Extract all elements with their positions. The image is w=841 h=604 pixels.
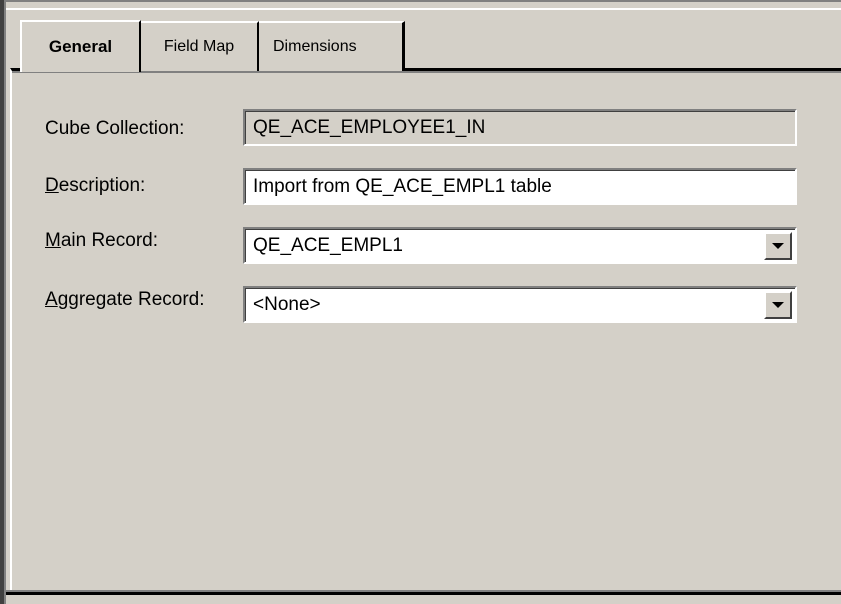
description-label-rest: escription: xyxy=(58,175,146,196)
frame-bottom-edge xyxy=(6,592,841,595)
tab-general[interactable]: General xyxy=(20,20,141,72)
tab-dimensions[interactable]: Dimensions xyxy=(259,21,405,71)
aggregate-record-label: Aggregate Record: xyxy=(45,289,205,311)
aggregate-record-select[interactable]: <None> xyxy=(243,286,797,323)
chevron-down-icon xyxy=(772,302,784,308)
tab-field-map[interactable]: Field Map xyxy=(141,21,259,71)
main-record-value: QE_ACE_EMPL1 xyxy=(253,234,403,256)
main-record-label-rest: ain Record: xyxy=(60,230,158,251)
main-record-label-hotkey: M xyxy=(45,230,61,251)
main-record-dropdown-button[interactable] xyxy=(764,232,792,260)
description-value: Import from QE_ACE_EMPL1 table xyxy=(253,175,552,197)
tab-panel-general xyxy=(10,68,841,594)
window-frame-left-highlight xyxy=(4,0,6,604)
frame-top-shadow xyxy=(6,0,841,2)
aggregate-record-label-hotkey: A xyxy=(45,289,58,310)
description-label: Description: xyxy=(45,175,145,197)
tab-field-map-label: Field Map xyxy=(163,38,235,55)
aggregate-record-value: <None> xyxy=(253,293,321,315)
description-label-hotkey: D xyxy=(45,175,59,196)
frame-top-highlight xyxy=(6,8,841,10)
main-record-select[interactable]: QE_ACE_EMPL1 xyxy=(243,227,797,264)
aggregate-record-dropdown-button[interactable] xyxy=(764,291,792,319)
cube-collection-field: QE_ACE_EMPLOYEE1_IN xyxy=(243,109,797,146)
cube-collection-value: QE_ACE_EMPLOYEE1_IN xyxy=(253,116,486,138)
description-field[interactable]: Import from QE_ACE_EMPL1 table xyxy=(243,168,797,205)
chevron-down-icon xyxy=(772,243,784,249)
cube-collection-label: Cube Collection: xyxy=(45,118,185,139)
aggregate-record-label-rest: ggregate Record: xyxy=(57,289,205,310)
tab-general-label: General xyxy=(48,37,113,56)
main-record-label: Main Record: xyxy=(45,230,158,252)
tab-dimensions-label: Dimensions xyxy=(273,38,357,55)
